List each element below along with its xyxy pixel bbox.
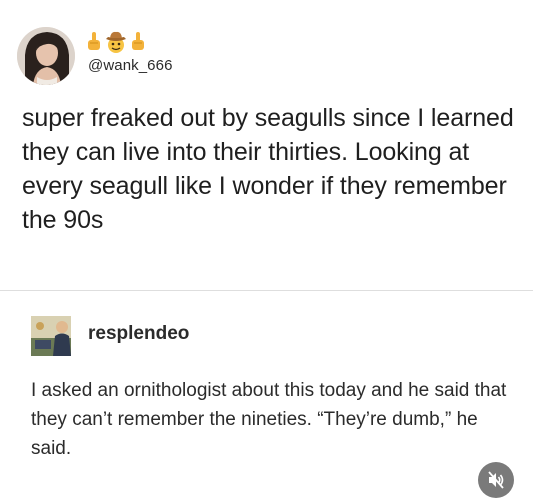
reply-avatar[interactable] — [31, 316, 71, 356]
middle-finger-emoji — [88, 32, 100, 50]
divider — [0, 290, 533, 291]
mute-button[interactable] — [478, 462, 514, 498]
speaker-muted-icon — [488, 471, 504, 489]
original-post: @wank_666 super freaked out by seagulls … — [0, 0, 533, 290]
reply-text: I asked an ornithologist about this toda… — [31, 380, 507, 459]
cowboy-emoji — [106, 31, 126, 53]
reply-username[interactable]: resplendeo — [88, 323, 189, 345]
post-text: super freaked out by seagulls since I le… — [22, 104, 514, 234]
post-handle[interactable]: @wank_666 — [88, 57, 173, 74]
avatar[interactable] — [17, 27, 75, 85]
middle-finger-emoji — [132, 32, 144, 50]
emoji-row — [86, 30, 146, 54]
